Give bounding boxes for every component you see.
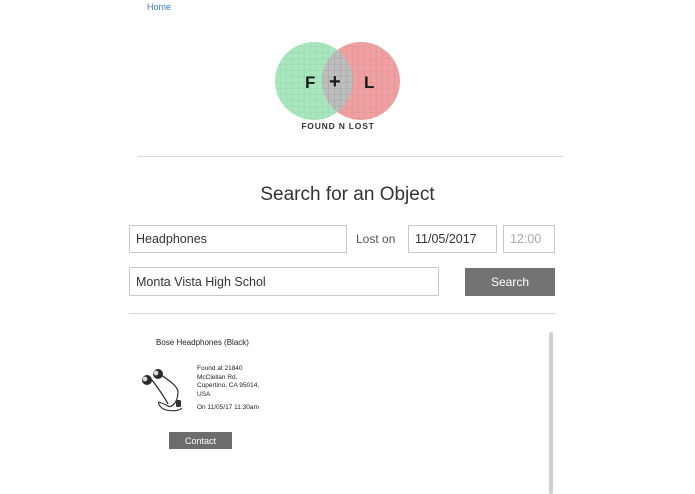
logo-caption: FOUND N LOST xyxy=(301,121,375,131)
time-input[interactable] xyxy=(503,225,555,253)
results-divider xyxy=(129,313,556,314)
page-title: Search for an Object xyxy=(260,184,435,205)
found-n-lost-logo: F + L xyxy=(275,42,400,120)
contact-button[interactable]: Contact xyxy=(169,432,232,449)
result-found-date: On 11/05/17 11:30am xyxy=(197,404,259,411)
result-title: Bose Headphones (Black) xyxy=(156,338,249,347)
results-list: Bose Headphones (Black) Found at 21840 M… xyxy=(130,330,556,494)
location-input[interactable] xyxy=(129,267,439,296)
lost-on-label: Lost on xyxy=(356,232,396,246)
logo-right-letter: L xyxy=(364,73,374,92)
home-link[interactable]: Home xyxy=(147,2,171,12)
object-input[interactable] xyxy=(129,225,347,253)
logo-center-symbol: + xyxy=(329,71,341,93)
date-input[interactable] xyxy=(408,225,497,253)
logo-left-letter: F xyxy=(305,73,315,92)
earbuds-image xyxy=(142,369,183,412)
search-button[interactable]: Search xyxy=(465,268,555,296)
result-location: Found at 21840 McClellan Rd, Cupertino, … xyxy=(197,365,260,398)
header-divider xyxy=(138,156,563,157)
results-scrollbar[interactable] xyxy=(549,332,553,494)
